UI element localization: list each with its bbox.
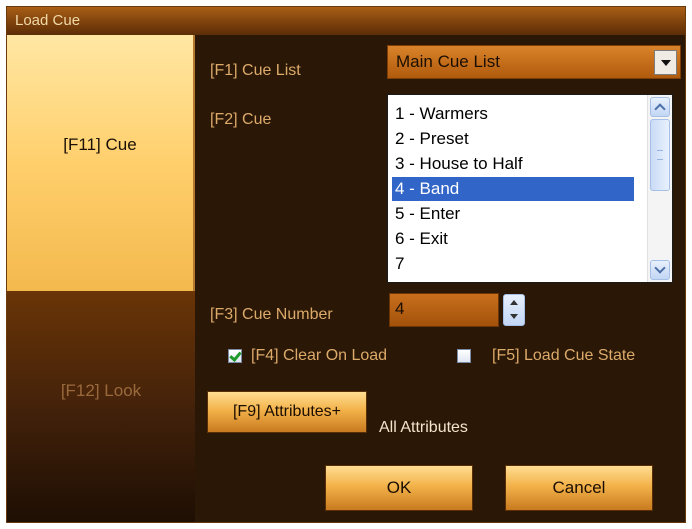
ok-button[interactable]: OK xyxy=(325,465,473,511)
cue-number-spinner[interactable] xyxy=(503,294,525,326)
cue-list-label: [F1] Cue List xyxy=(210,62,301,79)
scroll-thumb[interactable] xyxy=(650,119,670,191)
title-bar[interactable]: Load Cue xyxy=(7,7,685,35)
cue-number-value: 4 xyxy=(395,299,405,318)
chevron-up-icon xyxy=(654,103,666,115)
cue-list-value: Main Cue List xyxy=(396,52,500,71)
list-item[interactable]: 1 - Warmers xyxy=(392,102,634,126)
list-item-selected[interactable]: 4 - Band xyxy=(392,177,634,201)
spin-up-icon[interactable] xyxy=(510,300,518,305)
load-cue-state-label: [F5] Load Cue State xyxy=(492,347,636,364)
spin-down-icon[interactable] xyxy=(510,314,518,319)
load-cue-dialog: Load Cue [F11] Cue [F12] Look [F1] Cue L… xyxy=(6,6,686,523)
cue-list-scrollbar[interactable] xyxy=(647,95,672,282)
tab-look-label: [F12] Look xyxy=(60,381,142,400)
attributes-button[interactable]: [F9] Attributes+ xyxy=(207,391,367,433)
window-title: Load Cue xyxy=(15,12,81,29)
list-item[interactable]: 2 - Preset xyxy=(392,127,634,151)
clear-on-load-label: [F4] Clear On Load xyxy=(251,347,388,364)
load-cue-state-checkbox[interactable] xyxy=(457,349,471,363)
tab-look[interactable]: [F12] Look xyxy=(7,291,195,522)
chevron-down-icon[interactable] xyxy=(654,50,677,75)
cue-number-label: [F3] Cue Number xyxy=(210,306,333,323)
attributes-value: All Attributes xyxy=(379,419,468,436)
tab-cue[interactable]: [F11] Cue xyxy=(7,35,195,291)
cancel-button[interactable]: Cancel xyxy=(505,465,653,511)
cue-list-select[interactable]: Main Cue List xyxy=(387,45,681,79)
list-item[interactable]: 3 - House to Half xyxy=(392,152,634,176)
tab-cue-label: [F11] Cue xyxy=(63,135,137,154)
list-item[interactable]: 5 - Enter xyxy=(392,202,634,226)
scroll-up-button[interactable] xyxy=(650,97,670,117)
cue-label: [F2] Cue xyxy=(210,111,272,128)
list-item[interactable]: 6 - Exit xyxy=(392,227,634,251)
chevron-down-icon xyxy=(654,262,666,274)
scroll-down-button[interactable] xyxy=(650,260,670,280)
clear-on-load-checkbox[interactable] xyxy=(228,349,242,363)
cue-listbox[interactable]: 1 - Warmers 2 - Preset 3 - House to Half… xyxy=(387,94,673,283)
list-item[interactable]: 7 xyxy=(392,252,634,276)
cue-number-input[interactable]: 4 xyxy=(389,293,499,327)
